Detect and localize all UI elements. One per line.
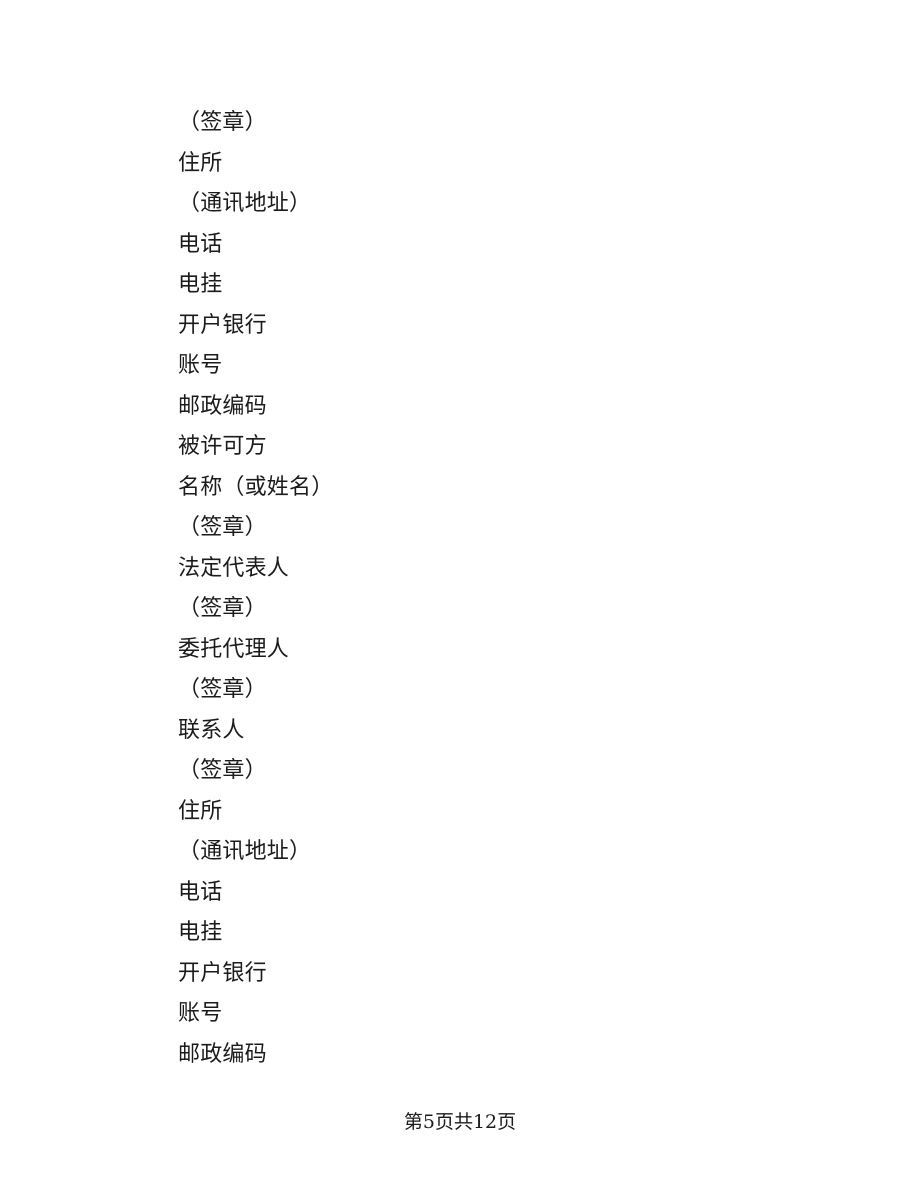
document-line: 电挂 bbox=[178, 920, 223, 945]
document-page: （签章） 住所 （通讯地址） 电话 电挂 开户银行 账号 邮政编码 被许可方 名… bbox=[0, 0, 920, 1191]
document-line: 委托代理人 bbox=[178, 636, 290, 662]
document-line: 电话 bbox=[178, 231, 223, 257]
document-line: 联系人 bbox=[178, 717, 245, 743]
document-line: 开户银行 bbox=[178, 960, 267, 986]
document-line: 电挂 bbox=[178, 272, 223, 297]
contract-signature-block: （签章） 住所 （通讯地址） 电话 电挂 开户银行 账号 邮政编码 被许可方 名… bbox=[178, 103, 778, 1075]
document-line: （签章） bbox=[178, 758, 267, 783]
document-line: 邮政编码 bbox=[178, 393, 267, 419]
document-line: 住所 bbox=[178, 150, 223, 176]
document-line: （签章） bbox=[178, 596, 267, 621]
document-line: 账号 bbox=[178, 353, 223, 378]
document-line: （签章） bbox=[178, 677, 267, 702]
document-line: 电话 bbox=[178, 879, 223, 905]
document-line: 法定代表人 bbox=[178, 555, 290, 581]
document-line: 开户银行 bbox=[178, 312, 267, 338]
document-line: 名称（或姓名） bbox=[178, 474, 334, 500]
document-line: 被许可方 bbox=[178, 434, 267, 459]
document-line: （签章） bbox=[178, 110, 267, 135]
document-line: 住所 bbox=[178, 798, 223, 824]
document-line: 邮政编码 bbox=[178, 1041, 267, 1067]
document-line: （签章） bbox=[178, 515, 267, 540]
document-line: 账号 bbox=[178, 1001, 223, 1026]
page-footer: 第5页共12页 bbox=[0, 1110, 920, 1134]
page-number-label: 第5页共12页 bbox=[403, 1111, 517, 1133]
document-line: （通讯地址） bbox=[178, 191, 312, 216]
document-line: （通讯地址） bbox=[178, 839, 312, 864]
